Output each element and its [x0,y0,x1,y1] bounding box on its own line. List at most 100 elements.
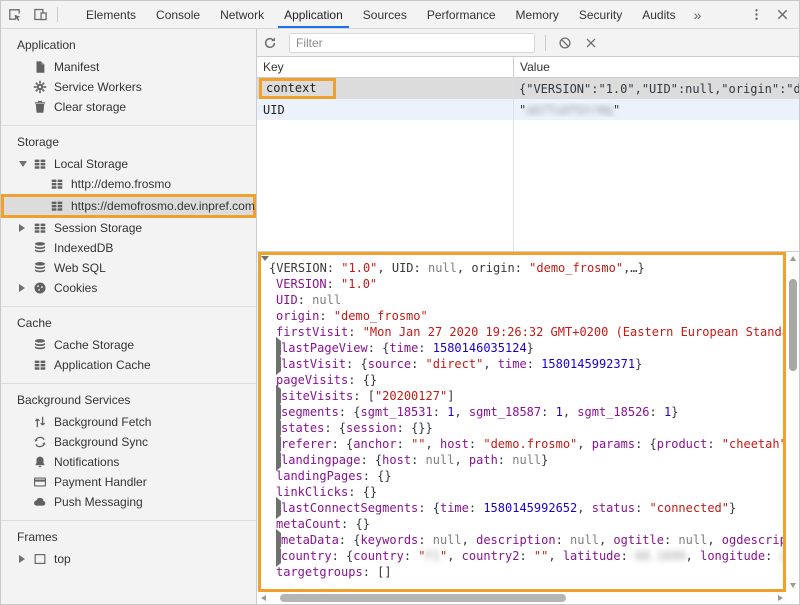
tab-security[interactable]: Security [569,1,632,28]
horizontal-scrollbar[interactable] [258,592,786,604]
token: anchor [353,437,396,451]
grid-icon [49,198,65,214]
token: : [469,437,483,451]
json-line: landingPages: {} [276,468,783,484]
column-header-key[interactable]: Key [257,57,513,77]
sidebar-item-service-workers[interactable]: Service Workers [1,77,256,97]
token: : [319,309,333,323]
json-line[interactable]: referer: {anchor: "", host: "demo.frosmo… [276,436,783,452]
tab-strip: ElementsConsoleNetworkApplicationSources… [76,1,686,28]
token: : { [324,421,346,435]
json-line-text: lastVisit: {source: "direct", time: 1580… [281,356,642,372]
sidebar-section-frames: Framestop [1,520,256,577]
vertical-scrollbar[interactable] [787,253,799,591]
collapsed-arrow-icon [19,555,25,563]
json-line[interactable]: country: {country: "FI", country2: "", l… [276,548,783,564]
token: status [592,501,635,515]
sidebar-item-label: Payment Handler [54,475,147,489]
json-expand-arrow[interactable] [261,260,269,276]
tab-performance[interactable]: Performance [417,1,506,28]
sidebar-item-http-demo-frosmo[interactable]: http://demo.frosmo [1,174,256,194]
json-line-text: metaData: {keywords: null, description: … [281,532,783,548]
json-line[interactable]: lastVisit: {source: "direct", time: 1580… [276,356,783,372]
redacted-value: 60.1699 [635,549,686,563]
tree-arrow[interactable] [19,224,32,232]
scroll-right-arrow[interactable] [778,595,783,601]
json-line[interactable]: siteVisits: ["20200127"] [276,388,783,404]
sidebar-item-label: Notifications [54,455,119,469]
token: "Mon Jan 27 2020 19:26:32 GMT+0200 (East… [363,325,783,339]
tree-arrow[interactable] [19,284,32,292]
delete-selected-icon[interactable] [552,30,578,56]
device-toolbar-icon[interactable] [27,1,53,28]
sidebar-section-header: Frames [1,525,256,549]
json-line[interactable]: lastPageView: {time: 1580146035124} [276,340,783,356]
sidebar-item-push-messaging[interactable]: Push Messaging [1,492,256,512]
token: , [577,437,591,451]
more-tabs-chevron[interactable]: » [686,1,710,28]
tab-memory[interactable]: Memory [506,1,569,28]
scroll-left-arrow[interactable] [261,595,266,601]
collapsed-arrow-icon [19,284,25,292]
scroll-down-arrow[interactable] [790,583,796,588]
grid-icon [32,220,48,236]
sidebar-item-cookies[interactable]: Cookies [1,278,256,298]
clear-all-icon[interactable] [578,30,604,56]
scroll-up-arrow[interactable] [790,256,796,261]
sidebar-item-manifest[interactable]: Manifest [1,57,256,77]
sidebar-item-top[interactable]: top [1,549,256,569]
sidebar-section-header: Cache [1,311,256,335]
kebab-menu-icon[interactable] [743,1,769,28]
json-line-text: VERSION: "1.0" [276,276,377,292]
json-line-text: linkClicks: {} [276,484,377,500]
sidebar-item-cache-storage[interactable]: Cache Storage [1,335,256,355]
refresh-icon[interactable] [257,30,283,56]
inspect-element-icon[interactable] [1,1,27,28]
json-line[interactable]: states: {session: {}} [276,420,783,436]
tab-audits[interactable]: Audits [632,1,685,28]
json-line: origin: "demo_frosmo" [276,308,783,324]
tree-arrow[interactable] [19,555,32,563]
json-line[interactable]: lastConnectSegments: {time: 158014599265… [276,500,783,516]
vertical-scroll-thumb[interactable] [789,279,797,371]
filter-input[interactable] [289,33,535,53]
tab-application[interactable]: Application [274,1,353,28]
sidebar-item-payment-handler[interactable]: Payment Handler [1,472,256,492]
column-divider[interactable] [513,78,514,251]
sidebar-item-indexeddb[interactable]: IndexedDB [1,238,256,258]
sidebar-item-web-sql[interactable]: Web SQL [1,258,256,278]
column-header-value[interactable]: Value [513,57,799,77]
sidebar-item-clear-storage[interactable]: Clear storage [1,97,256,117]
token: 1580146035124 [433,341,527,355]
json-line: firstVisit: "Mon Jan 27 2020 19:26:32 GM… [276,324,783,340]
tab-network[interactable]: Network [210,1,274,28]
token: host [440,437,469,451]
close-devtools-icon[interactable] [769,1,795,28]
tab-elements[interactable]: Elements [76,1,146,28]
value-cell: "ab7TudfGtrWg" [513,103,799,117]
token: , [457,261,471,275]
token: : { [418,501,440,515]
storage-row-uid[interactable]: UID"ab7TudfGtrWg" [257,99,799,120]
sidebar-item-local-storage[interactable]: Local Storage [1,154,256,174]
json-line[interactable]: segments: {sgmt_18531: 1, sgmt_18587: 1,… [276,404,783,420]
sidebar-item-session-storage[interactable]: Session Storage [1,218,256,238]
tab-console[interactable]: Console [146,1,210,28]
token: "direct" [426,357,484,371]
json-line[interactable]: metaData: {keywords: null, description: … [276,532,783,548]
token: : [433,405,447,419]
json-line-text: lastPageView: {time: 1580146035124} [281,340,534,356]
token: ogtitle [613,533,664,547]
json-line[interactable]: landingpage: {host: null, path: null} [276,452,783,468]
sidebar-item-background-sync[interactable]: Background Sync [1,432,256,452]
storage-row-context[interactable]: context{"VERSION":"1.0","UID":null,"orig… [257,78,799,99]
json-line[interactable]: {VERSION: "1.0", UID: null, origin: "dem… [261,260,783,276]
sidebar-item-notifications[interactable]: Notifications [1,452,256,472]
horizontal-scroll-thumb[interactable] [280,594,566,602]
token: , [483,357,497,371]
sidebar-item-application-cache[interactable]: Application Cache [1,355,256,375]
sidebar-item-https-demofrosmo-dev-inpref-com[interactable]: https://demofrosmo.dev.inpref.com [1,194,256,218]
sidebar-item-background-fetch[interactable]: Background Fetch [1,412,256,432]
tree-arrow[interactable] [19,161,32,167]
tab-sources[interactable]: Sources [353,1,417,28]
